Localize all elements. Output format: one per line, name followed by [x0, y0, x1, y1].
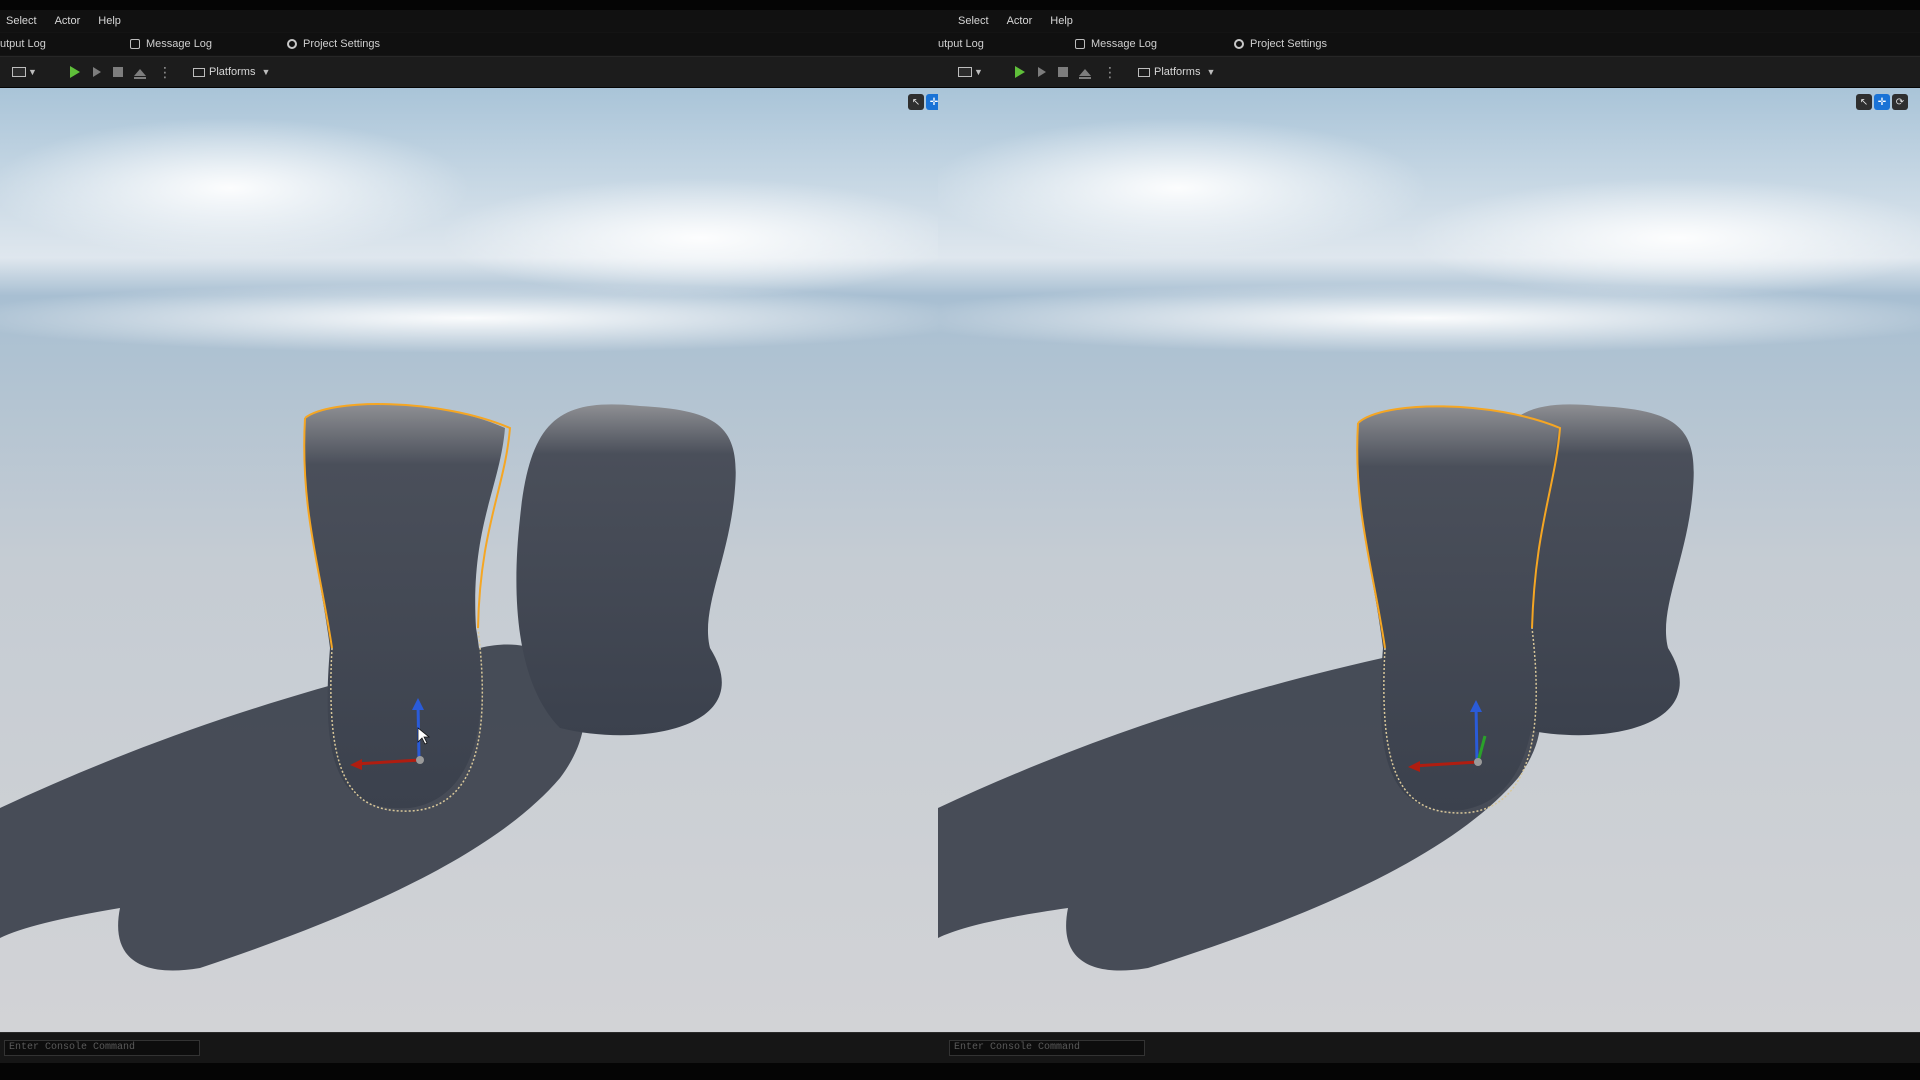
- chevron-down-icon: ▼: [261, 67, 271, 77]
- document-icon: [130, 39, 140, 49]
- menu-bar: Select Actor Help: [938, 10, 1920, 32]
- play-icon: [1015, 66, 1025, 78]
- window-top-strip: [938, 0, 1920, 10]
- advance-frame-button[interactable]: [93, 63, 101, 81]
- translate-mode-icon[interactable]: ✛: [1874, 94, 1890, 110]
- status-bar: Enter Console Command: [938, 1032, 1920, 1063]
- rock-formation-right: [516, 404, 736, 736]
- menu-help[interactable]: Help: [1050, 15, 1073, 27]
- gear-icon: [287, 39, 297, 49]
- cloud: [0, 118, 470, 258]
- stop-button[interactable]: [113, 63, 123, 81]
- window-bottom-strip: [0, 1063, 938, 1080]
- platforms-label: Platforms: [209, 66, 256, 78]
- platforms-label: Platforms: [1154, 66, 1201, 78]
- stop-icon: [113, 67, 123, 77]
- tab-message-log-label: Message Log: [146, 38, 213, 50]
- menu-actor[interactable]: Actor: [1007, 15, 1033, 27]
- play-button[interactable]: [1015, 63, 1025, 81]
- monitor-icon: [193, 67, 205, 77]
- console-placeholder: Enter Console Command: [954, 1042, 1081, 1053]
- step-icon: [93, 67, 101, 77]
- advance-frame-button[interactable]: [1038, 63, 1046, 81]
- viewport-scene: [0, 88, 938, 1032]
- editor-pane-right: Select Actor Help utput Log Message Log …: [938, 0, 1920, 1080]
- menu-help[interactable]: Help: [98, 15, 121, 27]
- step-icon: [1038, 67, 1046, 77]
- tab-output-log[interactable]: utput Log: [938, 33, 984, 55]
- level-toolbar: ▼ ⋮ Platforms ▼: [938, 56, 1920, 88]
- editor-pane-left: Select Actor Help utput Log Message Log …: [0, 0, 938, 1080]
- translate-mode-icon[interactable]: ✛: [926, 94, 938, 110]
- gizmo-pivot[interactable]: [416, 756, 424, 764]
- tab-project-settings-label: Project Settings: [303, 38, 381, 50]
- tab-output-log[interactable]: utput Log: [0, 33, 46, 55]
- eject-button[interactable]: [134, 63, 146, 81]
- viewport-transform-tools: ↖ ✛: [908, 94, 938, 110]
- stop-icon: [1058, 67, 1068, 77]
- rotate-mode-icon[interactable]: ⟳: [1892, 94, 1908, 110]
- gizmo-z-axis[interactable]: [1474, 704, 1479, 763]
- level-viewport[interactable]: ↖ ✛: [0, 88, 938, 1032]
- clapperboard-icon: [12, 67, 26, 77]
- play-button[interactable]: [70, 63, 80, 81]
- console-placeholder: Enter Console Command: [9, 1042, 136, 1053]
- cinematics-button[interactable]: ▼: [958, 63, 983, 81]
- cinematics-button[interactable]: ▼: [12, 63, 37, 81]
- document-icon: [1075, 39, 1085, 49]
- cloud: [938, 283, 1920, 353]
- split-screen-frame: Select Actor Help utput Log Message Log …: [0, 0, 1920, 1080]
- gizmo-pivot[interactable]: [1474, 758, 1482, 766]
- menu-select[interactable]: Select: [6, 15, 37, 27]
- select-mode-icon[interactable]: ↖: [908, 94, 924, 110]
- menu-select[interactable]: Select: [958, 15, 989, 27]
- tab-bar: utput Log Message Log Project Settings: [0, 33, 938, 55]
- tab-project-settings-label: Project Settings: [1250, 38, 1328, 50]
- monitor-icon: [1138, 67, 1150, 77]
- level-viewport[interactable]: ↖ ✛ ⟳: [938, 88, 1920, 1032]
- chevron-down-icon: ▼: [28, 67, 37, 77]
- tab-output-log-label: utput Log: [938, 38, 984, 50]
- status-bar: Enter Console Command: [0, 1032, 938, 1063]
- console-command-input[interactable]: Enter Console Command: [4, 1040, 200, 1056]
- platforms-button[interactable]: Platforms ▼: [1138, 63, 1215, 81]
- more-options-button[interactable]: ⋮: [1103, 63, 1117, 81]
- eject-icon: [1079, 68, 1091, 79]
- cloud: [938, 118, 1428, 258]
- tab-message-log[interactable]: Message Log: [130, 33, 212, 55]
- tab-output-log-label: utput Log: [0, 38, 46, 50]
- cloud: [0, 283, 938, 353]
- chevron-down-icon: ▼: [1206, 67, 1216, 77]
- eject-icon: [134, 68, 146, 79]
- select-mode-icon[interactable]: ↖: [1856, 94, 1872, 110]
- tab-message-log-label: Message Log: [1091, 38, 1158, 50]
- more-options-button[interactable]: ⋮: [158, 63, 172, 81]
- eject-button[interactable]: [1079, 63, 1091, 81]
- console-command-input[interactable]: Enter Console Command: [949, 1040, 1145, 1056]
- level-toolbar: ▼ ⋮ Platforms ▼: [0, 56, 938, 88]
- platforms-button[interactable]: Platforms ▼: [193, 63, 270, 81]
- play-icon: [70, 66, 80, 78]
- tab-project-settings[interactable]: Project Settings: [1234, 33, 1327, 55]
- window-top-strip: [0, 0, 938, 10]
- tab-project-settings[interactable]: Project Settings: [287, 33, 380, 55]
- gear-icon: [1234, 39, 1244, 49]
- viewport-scene: [938, 88, 1920, 1032]
- cloud: [440, 178, 938, 298]
- clapperboard-icon: [958, 67, 972, 77]
- chevron-down-icon: ▼: [974, 67, 983, 77]
- tab-message-log[interactable]: Message Log: [1075, 33, 1157, 55]
- menu-bar: Select Actor Help: [0, 10, 938, 32]
- stop-button[interactable]: [1058, 63, 1068, 81]
- viewport-transform-tools: ↖ ✛ ⟳: [1856, 94, 1908, 110]
- tab-bar: utput Log Message Log Project Settings: [938, 33, 1920, 55]
- window-bottom-strip: [938, 1063, 1920, 1080]
- menu-actor[interactable]: Actor: [55, 15, 81, 27]
